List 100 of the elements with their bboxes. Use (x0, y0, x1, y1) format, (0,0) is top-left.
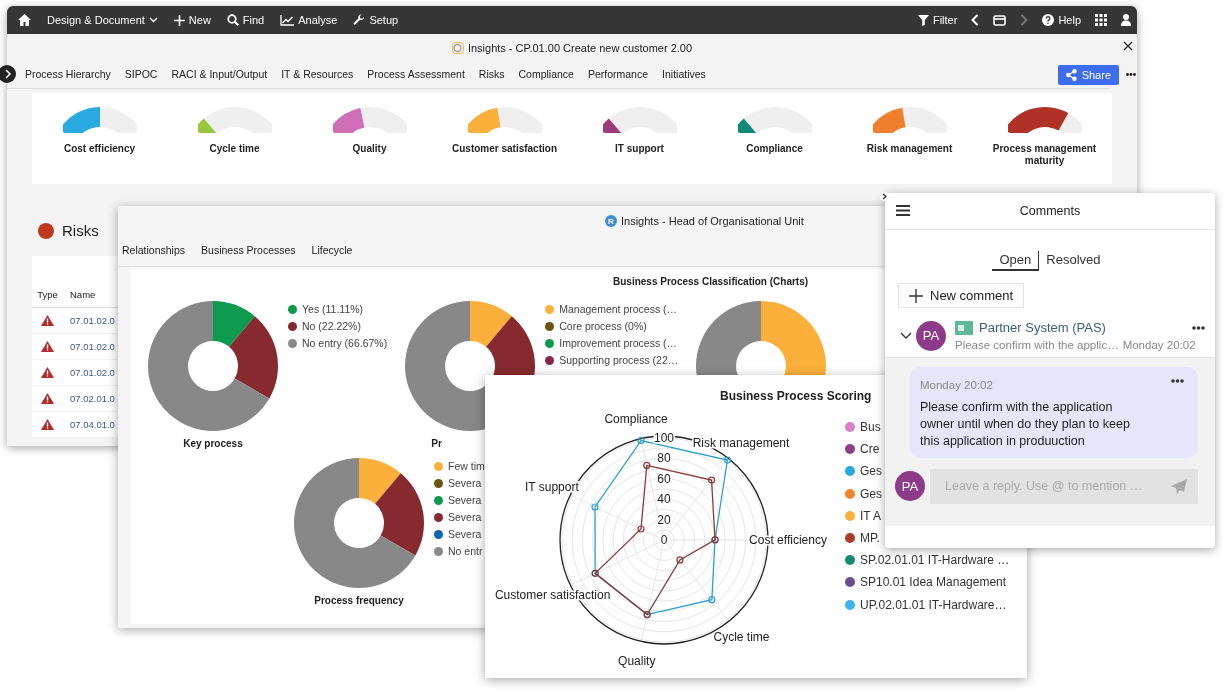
menu-icon[interactable] (896, 205, 910, 216)
tick-label: 60 (657, 471, 671, 486)
legend-label: Bus (860, 420, 881, 434)
legend-label: Cre (860, 442, 880, 457)
column-header: Name (69, 289, 96, 300)
share-button[interactable]: Share (1057, 65, 1119, 85)
line-chart-icon (280, 14, 295, 26)
axis-label: Cycle time (713, 629, 770, 644)
legend-label: Ges (860, 486, 882, 501)
tab[interactable]: Risks (478, 65, 505, 85)
tab[interactable]: Relationships (122, 241, 186, 261)
menu-button[interactable]: Design & Document (47, 14, 158, 26)
menu-button[interactable]: Find (226, 14, 265, 26)
close-icon[interactable] (1123, 41, 1133, 51)
tick-label: 0 (660, 533, 668, 547)
tab[interactable]: Performance (587, 65, 649, 85)
window-title: Insights - Head of Organisational Unit (621, 215, 804, 227)
tab[interactable]: Compliance (518, 65, 574, 85)
gauge-label: Customer satisfaction (452, 143, 557, 155)
legend-label: SP.02.01.01 IT-Hardware … (860, 553, 1010, 568)
warning-icon (41, 393, 54, 404)
risk-link[interactable]: 07.01.02.0 (63, 315, 115, 326)
chart-title: Pr (431, 438, 442, 449)
help-button[interactable]: Help (1042, 14, 1081, 26)
new-comment-button[interactable]: New comment (898, 283, 1025, 308)
gauge-label: Quality (352, 143, 387, 155)
risk-link[interactable]: 07.01.02.0 (63, 341, 115, 352)
gauge-label: Cost efficiency (63, 143, 136, 155)
warning-icon (41, 315, 54, 326)
gauge-label: Risk management (866, 143, 953, 155)
comment-text: Please confirm with the application owner until when do they plan to keep this application in produuction (920, 399, 1131, 450)
tab[interactable]: Process Hierarchy (25, 65, 111, 85)
risk-link[interactable]: 07.01.02.0 (63, 367, 115, 378)
tab[interactable]: Business Processes (201, 241, 296, 261)
caret-icon (148, 17, 158, 23)
chart-title: Key process (183, 438, 243, 449)
tab[interactable]: Process Assessment (367, 65, 465, 85)
legend-label: UP.02.01.01 IT-Hardware… (860, 597, 1007, 612)
tick-label: 20 (657, 512, 671, 527)
tab[interactable]: RACI & Input/Output (171, 65, 268, 85)
application-icon (955, 320, 973, 335)
legend-label: Ges (860, 464, 882, 479)
user-icon[interactable] (1121, 14, 1131, 26)
warning-icon (41, 419, 54, 430)
legend-label: Severa (448, 477, 482, 489)
more-icon[interactable] (1126, 73, 1136, 76)
legend-label: Yes (11.11%) (302, 303, 364, 315)
chart-title: Process frequency (314, 595, 404, 606)
thread-title[interactable]: Partner System (PAS) (979, 320, 1106, 335)
reply-field[interactable]: Leave a reply. Use @ to mention … (930, 468, 1198, 504)
window-icon[interactable] (993, 14, 1007, 26)
risk-link[interactable]: 07.02.01.0 (63, 393, 115, 404)
tick-label: 80 (657, 451, 671, 466)
menu-button[interactable]: Analyse (280, 14, 338, 26)
help-icon (1042, 14, 1055, 26)
legend-label: Severa (448, 511, 482, 523)
legend-label: Management process (… (559, 303, 678, 315)
axis-label: Quality (618, 653, 656, 668)
comment-time: Monday 20:02 (920, 379, 993, 391)
object-badge: R (605, 215, 617, 227)
apps-grid-icon[interactable] (1095, 14, 1107, 26)
tab[interactable]: SIPOC (124, 65, 158, 85)
legend-label: No entry (66.67%) (302, 337, 388, 349)
section-title: Business Process Classification (Charts) (612, 275, 810, 289)
more-icon[interactable] (1192, 325, 1205, 330)
expand-icon[interactable] (0, 65, 16, 83)
tab[interactable]: Initiatives (662, 65, 706, 85)
panel-title: Comments (1019, 204, 1081, 218)
tab[interactable]: Resolved (1039, 250, 1108, 271)
home-icon[interactable] (18, 14, 31, 26)
chevron-icon[interactable] (900, 331, 912, 340)
back-icon[interactable] (971, 14, 980, 26)
window-title: Insights - CP.01.00 Create new customer 2.00 (467, 42, 693, 54)
collapse-icon[interactable] (880, 192, 889, 201)
chart-title: Business Process Scoring (720, 389, 872, 403)
legend-label: Improvement process (… (559, 337, 678, 349)
filter-icon (917, 14, 929, 26)
legend-label: IT A (860, 508, 882, 523)
legend-label: Core process (0%) (559, 320, 647, 332)
legend-label: SP10.01 Idea Management (860, 575, 1007, 590)
legend-label: MP. (860, 530, 880, 545)
risk-link[interactable]: 07.04.01.0 (63, 419, 115, 430)
wrench-icon (353, 14, 366, 26)
more-icon[interactable] (1171, 379, 1184, 383)
warning-icon (41, 341, 54, 352)
gauge-label: IT support (615, 143, 664, 155)
gauge-label: Cycle time (209, 143, 260, 155)
tab[interactable]: IT & Resources (281, 65, 354, 85)
gauge-label: Process management maturity (991, 143, 1098, 166)
menu-button[interactable]: Setup (353, 14, 399, 26)
legend-label: Supporting process (22… (559, 354, 679, 366)
plus-icon (173, 14, 185, 26)
section-heading: Risks (62, 222, 99, 239)
search-icon (226, 14, 239, 26)
legend-label: No entr (448, 545, 483, 557)
tab[interactable]: Lifecycle (311, 241, 353, 261)
avatar: PA (916, 320, 946, 351)
comment-time: Monday 20:02 (1122, 339, 1196, 351)
filter-button[interactable]: Filter (917, 14, 958, 26)
menu-button[interactable]: New (173, 14, 211, 26)
